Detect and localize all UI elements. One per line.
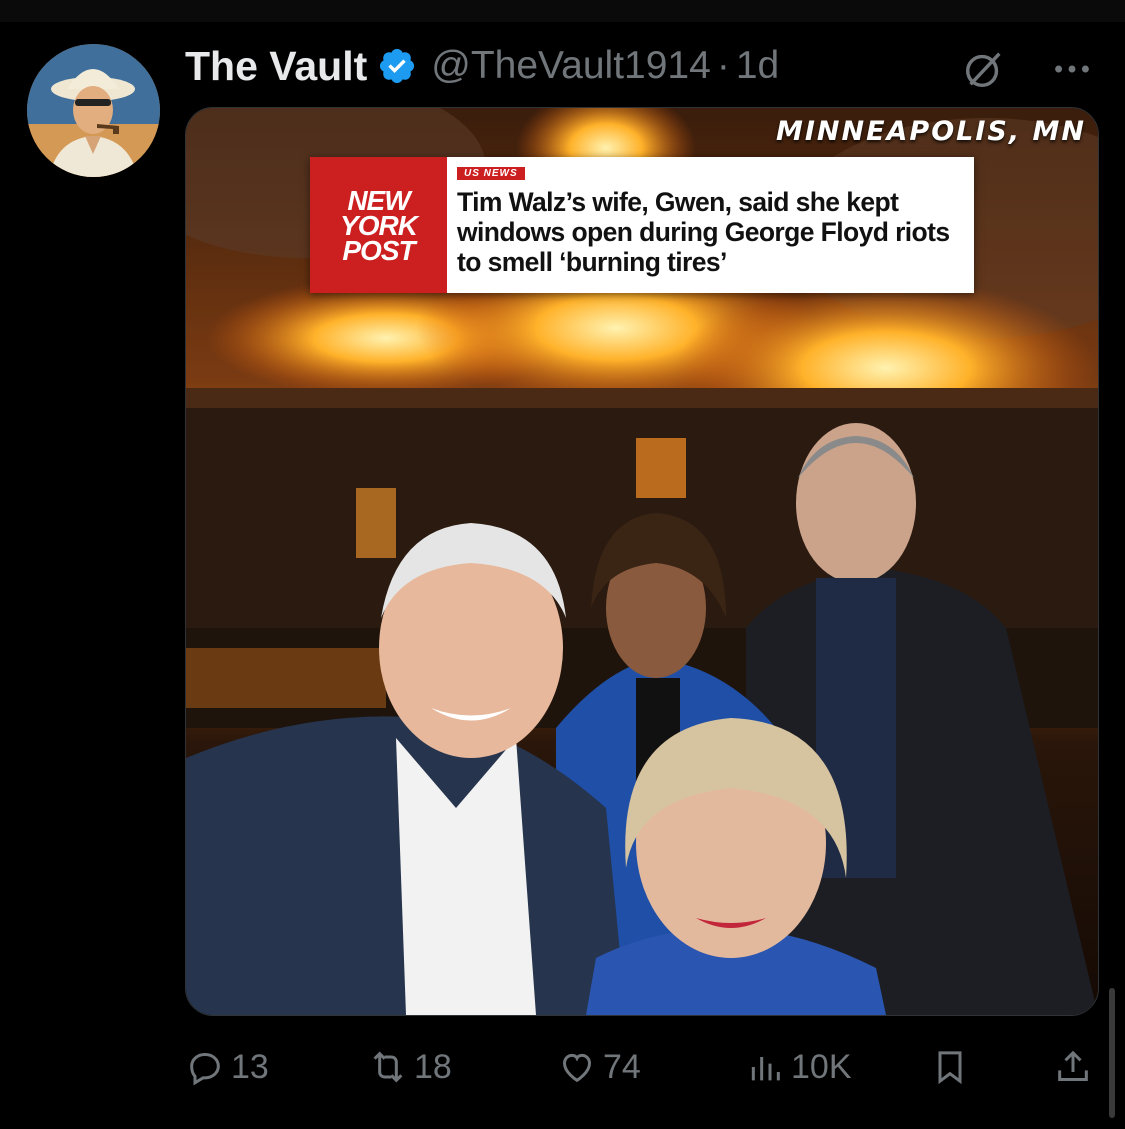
reply-count: 13 [231,1047,269,1086]
bookmark-icon [938,1051,962,1085]
views-button[interactable]: 10K [745,1042,852,1092]
reply-icon [190,1052,220,1086]
new-york-post-logo: NEW YORK POST [310,157,447,293]
header-actions [961,46,1095,92]
grok-icon[interactable] [961,46,1007,92]
timestamp[interactable]: 1d [736,44,779,88]
repost-button[interactable]: 18 [368,1042,452,1092]
bookmark-button[interactable] [930,1042,976,1092]
share-button[interactable] [1053,1042,1099,1092]
logo-line: NEW [347,184,410,216]
share-icon [1058,1050,1088,1081]
news-headline: Tim Walz’s wife, Gwen, said she kept win… [457,187,950,277]
display-name[interactable]: The Vault [185,43,367,90]
avatar[interactable] [27,44,160,177]
news-card: NEW YORK POST US NEWS Tim Walz’s wife, G… [310,157,974,293]
scrollbar[interactable] [1109,988,1115,1118]
top-status-bar [0,0,1125,22]
tweet[interactable]: The Vault @TheVault1914 · 1d MINNEAPOLIS… [0,22,1125,1129]
location-caption: MINNEAPOLIS, MN [775,116,1086,147]
verified-badge-icon [380,48,415,84]
views-icon [751,1057,780,1081]
logo-line: YORK [340,209,418,241]
like-count: 74 [603,1047,641,1086]
views-count: 10K [791,1047,852,1086]
more-icon[interactable] [1049,46,1095,92]
logo-line: POST [342,234,415,266]
repost-count: 18 [414,1047,452,1086]
heart-icon [562,1053,592,1083]
tweet-media-image[interactable]: MINNEAPOLIS, MN NEW YORK POST US NEWS Ti… [185,107,1099,1016]
author-handle[interactable]: @TheVault1914 [431,44,711,88]
news-text: US NEWS Tim Walz’s wife, Gwen, said she … [447,157,974,293]
avatar-image [27,44,160,177]
repost-icon [373,1051,403,1083]
separator-dot: · [716,44,730,87]
like-button[interactable]: 74 [557,1042,641,1092]
news-tag: US NEWS [457,167,525,180]
tweet-header: The Vault @TheVault1914 · 1d [185,42,779,90]
reply-button[interactable]: 13 [185,1042,269,1092]
tweet-actions: 13 18 74 10K [185,1042,1097,1092]
